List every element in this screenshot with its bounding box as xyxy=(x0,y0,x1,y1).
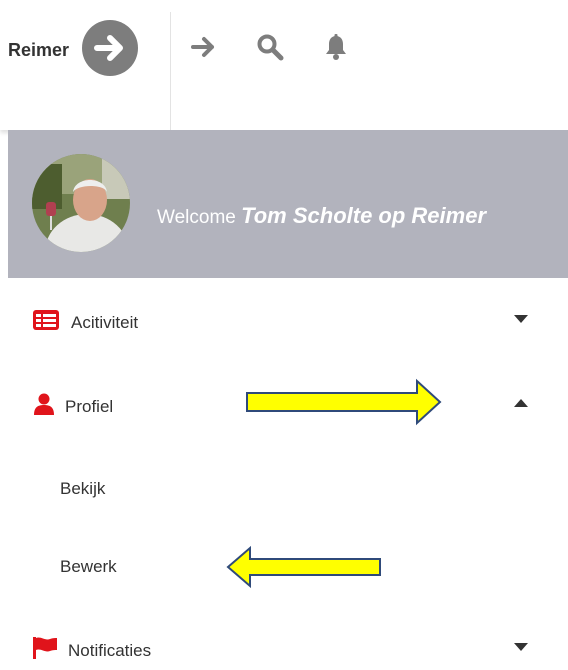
top-navbar: Reimer xyxy=(0,0,568,130)
menu-label-profiel: Profiel xyxy=(65,397,114,416)
list-alt-icon xyxy=(33,310,59,335)
submenu-item-bekijk[interactable]: Bekijk xyxy=(60,479,105,499)
caret-down-icon xyxy=(514,642,528,652)
welcome-text: Welcome Tom Scholte op Reimer xyxy=(157,203,486,229)
submenu-item-bewerk[interactable]: Bewerk xyxy=(60,557,117,577)
avatar xyxy=(32,154,130,252)
menu-label-notificaties: Notificaties xyxy=(68,641,152,660)
toolbar-divider xyxy=(170,12,171,130)
arrow-right-icon[interactable] xyxy=(190,33,218,61)
brand-name[interactable]: Reimer xyxy=(8,40,69,61)
bell-icon[interactable] xyxy=(322,33,350,61)
menu-item-activiteit[interactable]: Acitiviteit xyxy=(0,302,568,342)
caret-up-icon xyxy=(514,398,528,408)
callout-arrow-right-icon xyxy=(244,378,444,426)
welcome-panel: Welcome Tom Scholte op Reimer xyxy=(8,130,568,278)
menu-item-notificaties[interactable]: Notificaties xyxy=(0,630,568,670)
welcome-greeting: Welcome xyxy=(157,207,236,228)
menu-label-activiteit: Acitiviteit xyxy=(71,313,139,332)
caret-down-icon xyxy=(514,314,528,324)
arrow-circle-right-icon[interactable] xyxy=(82,20,138,76)
user-icon xyxy=(34,393,54,420)
callout-arrow-left-icon xyxy=(224,545,384,589)
search-icon[interactable] xyxy=(256,33,284,61)
welcome-user-name: Tom Scholte op Reimer xyxy=(241,203,487,228)
